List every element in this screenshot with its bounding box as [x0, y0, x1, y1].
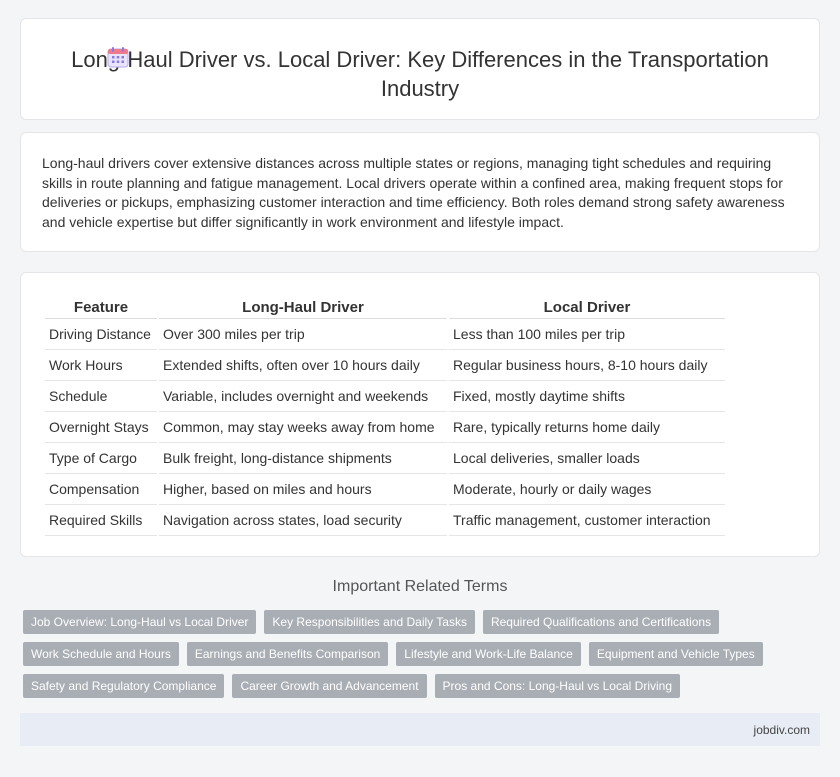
- intro-paragraph: Long-haul drivers cover extensive distan…: [42, 155, 785, 230]
- table-cell: Variable, includes overnight and weekend…: [159, 381, 447, 412]
- table-row: Work Hours Extended shifts, often over 1…: [45, 350, 725, 381]
- related-terms-list: Job Overview: Long-Haul vs Local Driver …: [23, 610, 793, 706]
- comparison-table: Feature Long-Haul Driver Local Driver Dr…: [43, 293, 727, 536]
- table-header-row: Feature Long-Haul Driver Local Driver: [45, 293, 725, 319]
- tag-row: Safety and Regulatory Compliance Career …: [23, 674, 793, 698]
- calendar-icon: [106, 45, 130, 69]
- related-term-tag[interactable]: Pros and Cons: Long-Haul vs Local Drivin…: [434, 674, 680, 698]
- related-term-tag[interactable]: Job Overview: Long-Haul vs Local Driver: [23, 610, 257, 634]
- related-term-tag[interactable]: Career Growth and Advancement: [232, 674, 427, 698]
- table-cell: Work Hours: [45, 350, 157, 381]
- related-term-tag[interactable]: Safety and Regulatory Compliance: [23, 674, 225, 698]
- column-header-feature: Feature: [45, 293, 157, 319]
- table-cell: Bulk freight, long-distance shipments: [159, 443, 447, 474]
- column-header-local: Local Driver: [449, 293, 725, 319]
- tag-row: Work Schedule and Hours Earnings and Ben…: [23, 642, 793, 666]
- table-cell: Common, may stay weeks away from home: [159, 412, 447, 443]
- table-cell: Rare, typically returns home daily: [449, 412, 725, 443]
- header: Long-Haul Driver vs. Local Driver: Key D…: [21, 45, 819, 103]
- related-term-tag[interactable]: Work Schedule and Hours: [23, 642, 179, 666]
- table-cell: Less than 100 miles per trip: [449, 319, 725, 350]
- header-card: Long-Haul Driver vs. Local Driver: Key D…: [20, 18, 820, 120]
- table-cell: Required Skills: [45, 505, 157, 536]
- table-cell: Fixed, mostly daytime shifts: [449, 381, 725, 412]
- table-cell: Schedule: [45, 381, 157, 412]
- table-cell: Driving Distance: [45, 319, 157, 350]
- related-terms-title: Important Related Terms: [332, 578, 508, 595]
- column-header-long-haul: Long-Haul Driver: [159, 293, 447, 319]
- related-term-tag[interactable]: Equipment and Vehicle Types: [588, 642, 763, 666]
- comparison-card: Feature Long-Haul Driver Local Driver Dr…: [20, 272, 820, 557]
- intro-card: Long-haul drivers cover extensive distan…: [20, 132, 820, 252]
- table-cell: Over 300 miles per trip: [159, 319, 447, 350]
- page-title: Long-Haul Driver vs. Local Driver: Key D…: [71, 47, 769, 101]
- table-cell: Regular business hours, 8-10 hours daily: [449, 350, 725, 381]
- table-row: Compensation Higher, based on miles and …: [45, 474, 725, 505]
- footer-site-link[interactable]: jobdiv.com: [754, 723, 810, 737]
- table-cell: Local deliveries, smaller loads: [449, 443, 725, 474]
- table-row: Schedule Variable, includes overnight an…: [45, 381, 725, 412]
- table-row: Driving Distance Over 300 miles per trip…: [45, 319, 725, 350]
- table-cell: Moderate, hourly or daily wages: [449, 474, 725, 505]
- table-cell: Overnight Stays: [45, 412, 157, 443]
- footer: jobdiv.com: [20, 713, 820, 746]
- table-cell: Higher, based on miles and hours: [159, 474, 447, 505]
- table-cell: Navigation across states, load security: [159, 505, 447, 536]
- related-term-tag[interactable]: Key Responsibilities and Daily Tasks: [264, 610, 475, 634]
- table-cell: Extended shifts, often over 10 hours dai…: [159, 350, 447, 381]
- table-cell: Traffic management, customer interaction: [449, 505, 725, 536]
- related-term-tag[interactable]: Required Qualifications and Certificatio…: [482, 610, 720, 634]
- table-row: Required Skills Navigation across states…: [45, 505, 725, 536]
- table-row: Type of Cargo Bulk freight, long-distanc…: [45, 443, 725, 474]
- table-cell: Compensation: [45, 474, 157, 505]
- related-term-tag[interactable]: Lifestyle and Work-Life Balance: [396, 642, 581, 666]
- table-cell: Type of Cargo: [45, 443, 157, 474]
- table-row: Overnight Stays Common, may stay weeks a…: [45, 412, 725, 443]
- related-term-tag[interactable]: Earnings and Benefits Comparison: [186, 642, 389, 666]
- tag-row: Job Overview: Long-Haul vs Local Driver …: [23, 610, 793, 634]
